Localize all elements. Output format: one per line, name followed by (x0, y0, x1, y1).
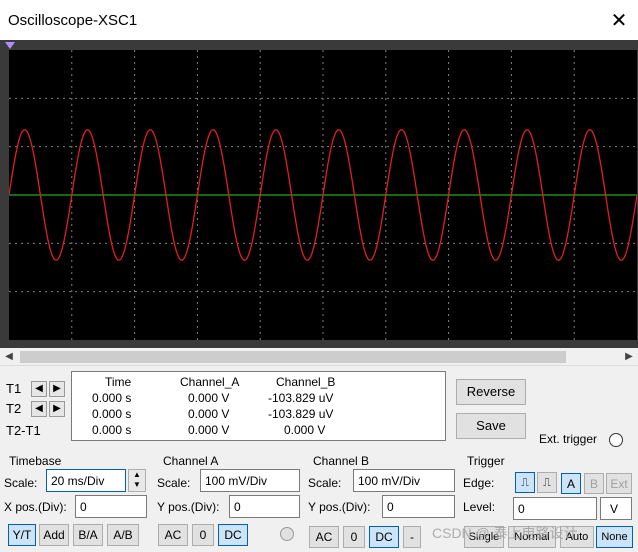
scroll-left-icon[interactable]: ◀ (0, 348, 18, 366)
reverse-button[interactable]: Reverse (456, 379, 526, 405)
t2-time: 0.000 s (92, 407, 132, 421)
channel-a-waveform (9, 129, 637, 261)
t2-channel-b: -103.829 uV (268, 407, 334, 421)
t1-left-arrow-icon[interactable]: ◀ (31, 381, 47, 397)
t1-channel-b: -103.829 uV (268, 391, 334, 405)
mode-add-button[interactable]: Add (39, 524, 69, 546)
channel-b-zero-button[interactable]: 0 (343, 526, 365, 548)
channel-b-minus-button[interactable]: - (403, 526, 421, 548)
scroll-right-icon[interactable]: ▶ (620, 348, 638, 366)
mode-ab-button[interactable]: A/B (107, 524, 139, 546)
channel-b-ypos-label: Y pos.(Div): (308, 500, 371, 514)
channel-a-radio[interactable] (280, 527, 294, 541)
trigger-source-ext-button[interactable]: Ext (606, 473, 632, 494)
t2-channel-a: 0.000 V (188, 407, 230, 421)
t2-t1-time: 0.000 s (92, 423, 132, 437)
channel-b-ypos-field[interactable]: 0 (382, 495, 455, 518)
t1-right-arrow-icon[interactable]: ▶ (49, 381, 65, 397)
t1-time: 0.000 s (92, 391, 132, 405)
horizontal-scrollbar[interactable]: ◀ ▶ (0, 348, 638, 366)
t2-t1-channel-a: 0.000 V (188, 423, 230, 437)
t2-right-arrow-icon[interactable]: ▶ (49, 401, 65, 417)
channel-a-scale-label: Scale: (157, 476, 191, 490)
timebase-xpos-field[interactable]: 0 (75, 495, 147, 518)
trigger-none-button[interactable]: None (596, 526, 633, 548)
cursor-readout: Time Channel_A Channel_B 0.000 s 0.000 V… (71, 371, 446, 441)
trigger-edge-label: Edge: (463, 476, 495, 490)
channel-a-ac-button[interactable]: AC (158, 524, 188, 546)
save-button[interactable]: Save (456, 413, 526, 439)
timebase-scale-label: Scale: (4, 476, 38, 490)
falling-edge-icon[interactable]: ⎍ (537, 472, 557, 493)
channel-b-title: Channel B (313, 454, 370, 468)
trigger-source-a-button[interactable]: A (561, 473, 581, 494)
timebase-stepper-icon[interactable]: ▲ ▼ (128, 469, 146, 492)
scroll-thumb[interactable] (20, 351, 566, 363)
channel-b-header: Channel_B (276, 375, 336, 389)
channel-b-ac-button[interactable]: AC (309, 526, 339, 548)
channel-a-dc-button[interactable]: DC (218, 524, 248, 546)
close-icon[interactable]: ✕ (606, 8, 632, 34)
trigger-level-label: Level: (463, 500, 496, 514)
time-header: Time (105, 375, 132, 389)
trigger-level-field[interactable]: 0 (513, 497, 597, 520)
timebase-xpos-label: X pos.(Div): (4, 500, 67, 514)
mode-ba-button[interactable]: B/A (73, 524, 103, 546)
trigger-source-b-button[interactable]: B (584, 473, 604, 494)
mode-yt-button[interactable]: Y/T (8, 524, 36, 546)
ext-trigger-radio[interactable] (609, 433, 623, 447)
channel-a-header: Channel_A (180, 375, 240, 389)
trigger-title: Trigger (467, 454, 505, 468)
channel-a-zero-button[interactable]: 0 (192, 524, 214, 546)
channel-b-scale-field[interactable]: 100 mV/Div (353, 469, 455, 492)
timebase-title: Timebase (9, 454, 62, 468)
t2-t1-channel-b: 0.000 V (284, 423, 326, 437)
scope-display (9, 50, 637, 340)
t2-t1-label: T2-T1 (6, 423, 41, 438)
ext-trigger-label: Ext. trigger (539, 432, 598, 446)
window-title: Oscilloscope-XSC1 (8, 12, 138, 29)
t1-label: T1 (6, 381, 22, 396)
channel-b-dc-button[interactable]: DC (369, 526, 399, 548)
t2-left-arrow-icon[interactable]: ◀ (31, 401, 47, 417)
timebase-scale-field[interactable]: 20 ms/Div (46, 469, 126, 492)
channel-a-scale-field[interactable]: 100 mV/Div (200, 469, 300, 492)
watermark: CSDN @ 泰上电路设计 (432, 525, 578, 541)
channel-a-title: Channel A (163, 454, 219, 468)
channel-a-ypos-field[interactable]: 0 (229, 495, 300, 518)
t2-label: T2 (6, 401, 22, 416)
cursor-marker-icon[interactable] (5, 42, 15, 49)
t1-channel-a: 0.000 V (188, 391, 230, 405)
trigger-unit-field[interactable]: V (600, 497, 632, 520)
rising-edge-icon[interactable]: ⎍ (515, 472, 535, 493)
channel-a-ypos-label: Y pos.(Div): (157, 500, 220, 514)
channel-b-scale-label: Scale: (308, 476, 342, 490)
